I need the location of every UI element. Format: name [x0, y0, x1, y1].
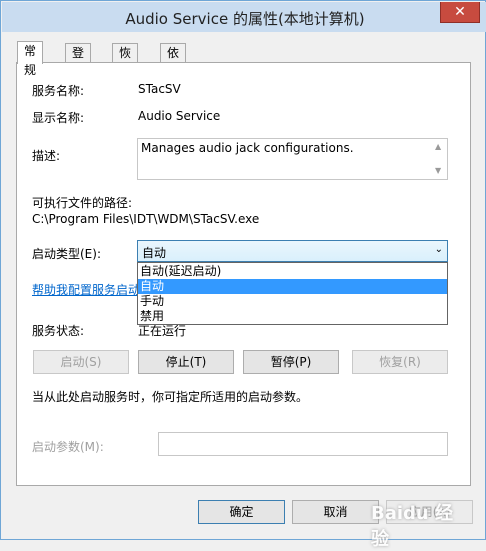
title-bar[interactable]: Audio Service 的属性(本地计算机) ✕ [2, 2, 486, 32]
display-name-value: Audio Service [138, 109, 221, 123]
service-status-label: 服务状态: [32, 324, 85, 338]
startup-type-label: 启动类型(E): [32, 247, 101, 261]
description-field[interactable]: Manages audio jack configurations. ▲ ▼ [137, 138, 448, 180]
start-button[interactable]: 启动(S) [33, 350, 129, 374]
baidu-watermark: Baidu 经验 [371, 503, 454, 550]
tab-logon[interactable]: 登录 [65, 43, 92, 79]
help-configure-link[interactable]: 帮助我配置服务启动 [32, 281, 140, 298]
display-name-label: 显示名称: [32, 111, 85, 125]
ok-button[interactable]: 确定 [198, 500, 285, 524]
description-text: Manages audio jack configurations. [141, 141, 354, 155]
chevron-down-icon: ⌄ [434, 244, 443, 255]
scroll-down-icon[interactable]: ▼ [435, 166, 441, 175]
tab-recovery[interactable]: 恢复 [112, 43, 139, 79]
pause-button[interactable]: 暂停(P) [243, 350, 339, 374]
stop-button[interactable]: 停止(T) [138, 350, 234, 374]
close-button[interactable]: ✕ [440, 2, 480, 23]
window-title: Audio Service 的属性(本地计算机) [125, 10, 365, 28]
service-name-value: STacSV [138, 82, 181, 96]
description-label: 描述: [32, 149, 61, 163]
tab-dependencies[interactable]: 依存关系 [160, 43, 187, 117]
startup-type-dropdown: 自动(延迟启动) 自动 手动 禁用 [137, 262, 448, 325]
resume-button[interactable]: 恢复(R) [352, 350, 448, 374]
tab-general[interactable]: 常规 [17, 41, 44, 77]
exe-path-label: 可执行文件的路径: [32, 196, 133, 210]
description-scrollbar[interactable]: ▲ ▼ [431, 139, 447, 179]
exe-path-value: C:\Program Files\IDT\WDM\STacSV.exe [32, 212, 260, 226]
option-disabled[interactable]: 禁用 [138, 309, 447, 324]
startup-type-value: 自动 [142, 246, 167, 260]
start-params-input[interactable] [158, 432, 448, 456]
option-auto[interactable]: 自动 [138, 279, 447, 294]
start-params-label: 启动参数(M): [32, 440, 104, 454]
service-name-label: 服务名称: [32, 84, 85, 98]
close-icon: ✕ [454, 4, 466, 20]
option-auto-delayed[interactable]: 自动(延迟启动) [138, 264, 447, 279]
cancel-button[interactable]: 取消 [292, 500, 379, 524]
properties-dialog: Audio Service 的属性(本地计算机) ✕ 常规 登录 恢复 依存关系… [0, 0, 486, 550]
option-manual[interactable]: 手动 [138, 294, 447, 309]
start-params-note: 当从此处启动服务时，你可指定所适用的启动参数。 [32, 390, 309, 404]
scroll-up-icon[interactable]: ▲ [435, 142, 441, 151]
startup-type-select[interactable]: 自动 ⌄ [137, 240, 448, 262]
